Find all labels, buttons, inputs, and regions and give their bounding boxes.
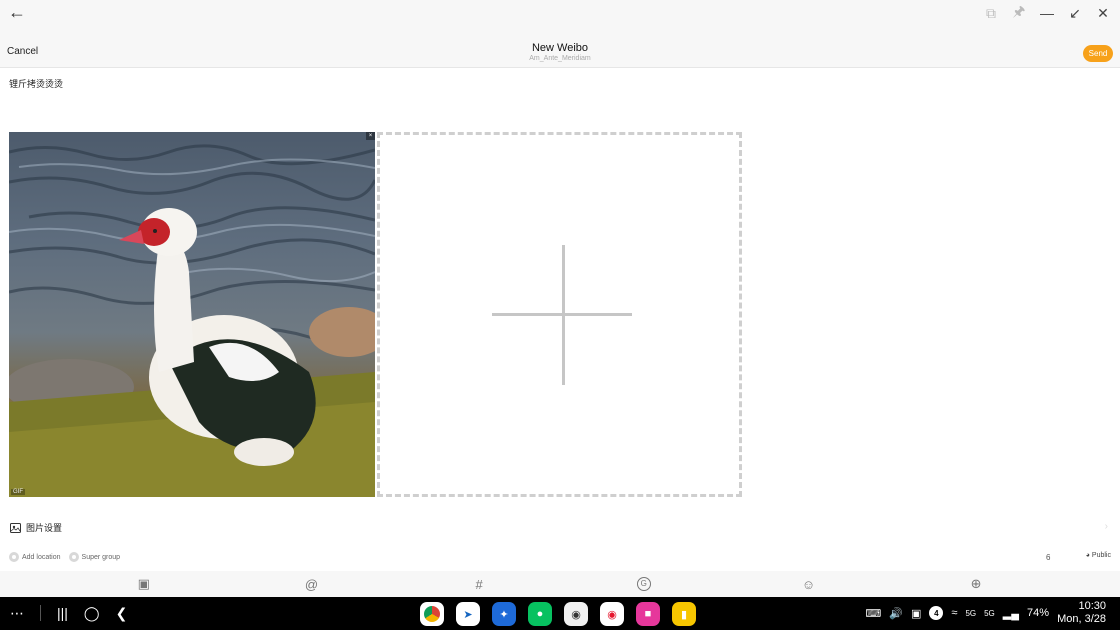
meta-row: Add location Super group — [9, 552, 120, 562]
image-settings-row[interactable]: 图片设置 — [10, 521, 62, 534]
visibility-button[interactable]: ◕ Public — [1086, 552, 1111, 559]
attached-photo[interactable]: × GIF — [9, 132, 375, 497]
signal-icon: ▂▄ — [1002, 607, 1020, 620]
super-group-button[interactable]: Super group — [68, 552, 121, 562]
network-5g-2: 5G — [984, 608, 995, 618]
star-app-icon[interactable]: ✦ — [492, 602, 516, 626]
send-button[interactable]: Send — [1083, 45, 1113, 62]
back-icon[interactable]: ❮ — [116, 605, 128, 621]
clock[interactable]: 10:30 Mon, 3/28 — [1057, 600, 1106, 626]
close-icon[interactable]: ✕ — [1094, 4, 1112, 22]
apps-grid-icon[interactable]: ⋯ — [10, 605, 24, 621]
plus-circle-icon[interactable]: ⊕ — [966, 576, 986, 592]
multiwindow-icon[interactable]: ⧉ — [982, 4, 1000, 22]
duck-photo-illustration — [9, 144, 375, 497]
system-taskbar: ⋯ ||| ◯ ❮ ➤ ✦ ● ◉ ◉ ■ ▮ ⌨ 🔊 ▣ 4 ≈ 5G 5G … — [0, 597, 1120, 630]
notification-badge[interactable]: 4 — [929, 606, 944, 620]
window-titlebar: ← ⧉ 🖈 — ↙ ✕ — [0, 0, 1120, 26]
super-group-icon — [68, 552, 79, 562]
weibo-icon[interactable]: ◉ — [600, 602, 624, 626]
photo-type-tag: GIF — [11, 489, 25, 495]
cancel-button[interactable]: Cancel — [7, 46, 38, 57]
globe-icon: ◕ — [1085, 552, 1090, 559]
image-icon[interactable]: ▣ — [134, 576, 154, 592]
clock-date: Mon, 3/28 — [1057, 613, 1106, 625]
clock-time: 10:30 — [1078, 600, 1106, 612]
battery-percent: 74% — [1027, 607, 1050, 619]
mail-app-icon[interactable]: ➤ — [456, 602, 480, 626]
wifi-icon: ≈ — [951, 607, 958, 619]
account-name: Am_Ante_Meridiam — [529, 55, 591, 62]
shrink-icon[interactable]: ↙ — [1066, 4, 1084, 22]
volume-icon[interactable]: 🔊 — [889, 607, 903, 620]
keyboard-icon[interactable]: ⌨ — [865, 607, 881, 620]
add-location-label: Add location — [22, 553, 61, 561]
notes-app-icon[interactable]: ▮ — [672, 602, 696, 626]
window-controls: ⧉ 🖈 — ↙ ✕ — [982, 3, 1112, 22]
visibility-label: Public — [1091, 552, 1111, 559]
hashtag-icon[interactable]: # — [469, 577, 489, 592]
screen-capture-icon[interactable]: ▣ — [911, 607, 921, 620]
wechat-icon[interactable]: ● — [528, 602, 552, 626]
chrome-icon[interactable] — [420, 602, 444, 626]
penguin-app-icon[interactable]: ◉ — [564, 602, 588, 626]
compose-toolbar: ▣ @ # G ☺ ⊕ — [0, 571, 1120, 597]
minimize-icon[interactable]: — — [1038, 4, 1056, 22]
remove-photo-button[interactable]: × — [366, 132, 375, 140]
page-title: New Weibo — [531, 42, 589, 54]
emoji-icon[interactable]: ☺ — [798, 577, 818, 592]
network-5g-1: 5G — [965, 608, 977, 618]
add-location-button[interactable]: Add location — [9, 552, 61, 562]
compose-text-input[interactable]: 锂斤拷烫烫烫 — [9, 77, 63, 90]
gif-icon[interactable]: G — [636, 577, 651, 591]
add-image-slot[interactable] — [377, 132, 742, 497]
pin-icon[interactable]: 🖈 — [1010, 3, 1028, 22]
arrow-left-icon[interactable]: ← — [8, 3, 26, 21]
status-area: ⌨ 🔊 ▣ 4 ≈ 5G 5G ▂▄ 74% 10:30 Mon, 3/28 — [865, 600, 1106, 626]
pinned-apps: ➤ ✦ ● ◉ ◉ ■ ▮ — [420, 602, 696, 626]
chevron-right-icon: › — [1104, 521, 1108, 532]
char-count: 6 — [1046, 553, 1051, 562]
store-app-icon[interactable]: ■ — [636, 602, 660, 626]
home-icon[interactable]: ◯ — [84, 605, 100, 621]
nav-buttons: ⋯ ||| ◯ ❮ — [10, 605, 127, 621]
compose-header: Cancel New Weibo Am_Ante_Meridiam Send — [0, 26, 1120, 68]
image-settings-icon — [10, 522, 21, 533]
super-group-label: Super group — [81, 553, 121, 561]
image-settings-label: 图片设置 — [26, 523, 63, 533]
at-icon[interactable]: @ — [301, 577, 321, 592]
location-icon — [9, 552, 19, 562]
title-block: New Weibo Am_Ante_Meridiam — [460, 42, 660, 62]
recents-icon[interactable]: ||| — [57, 605, 68, 621]
